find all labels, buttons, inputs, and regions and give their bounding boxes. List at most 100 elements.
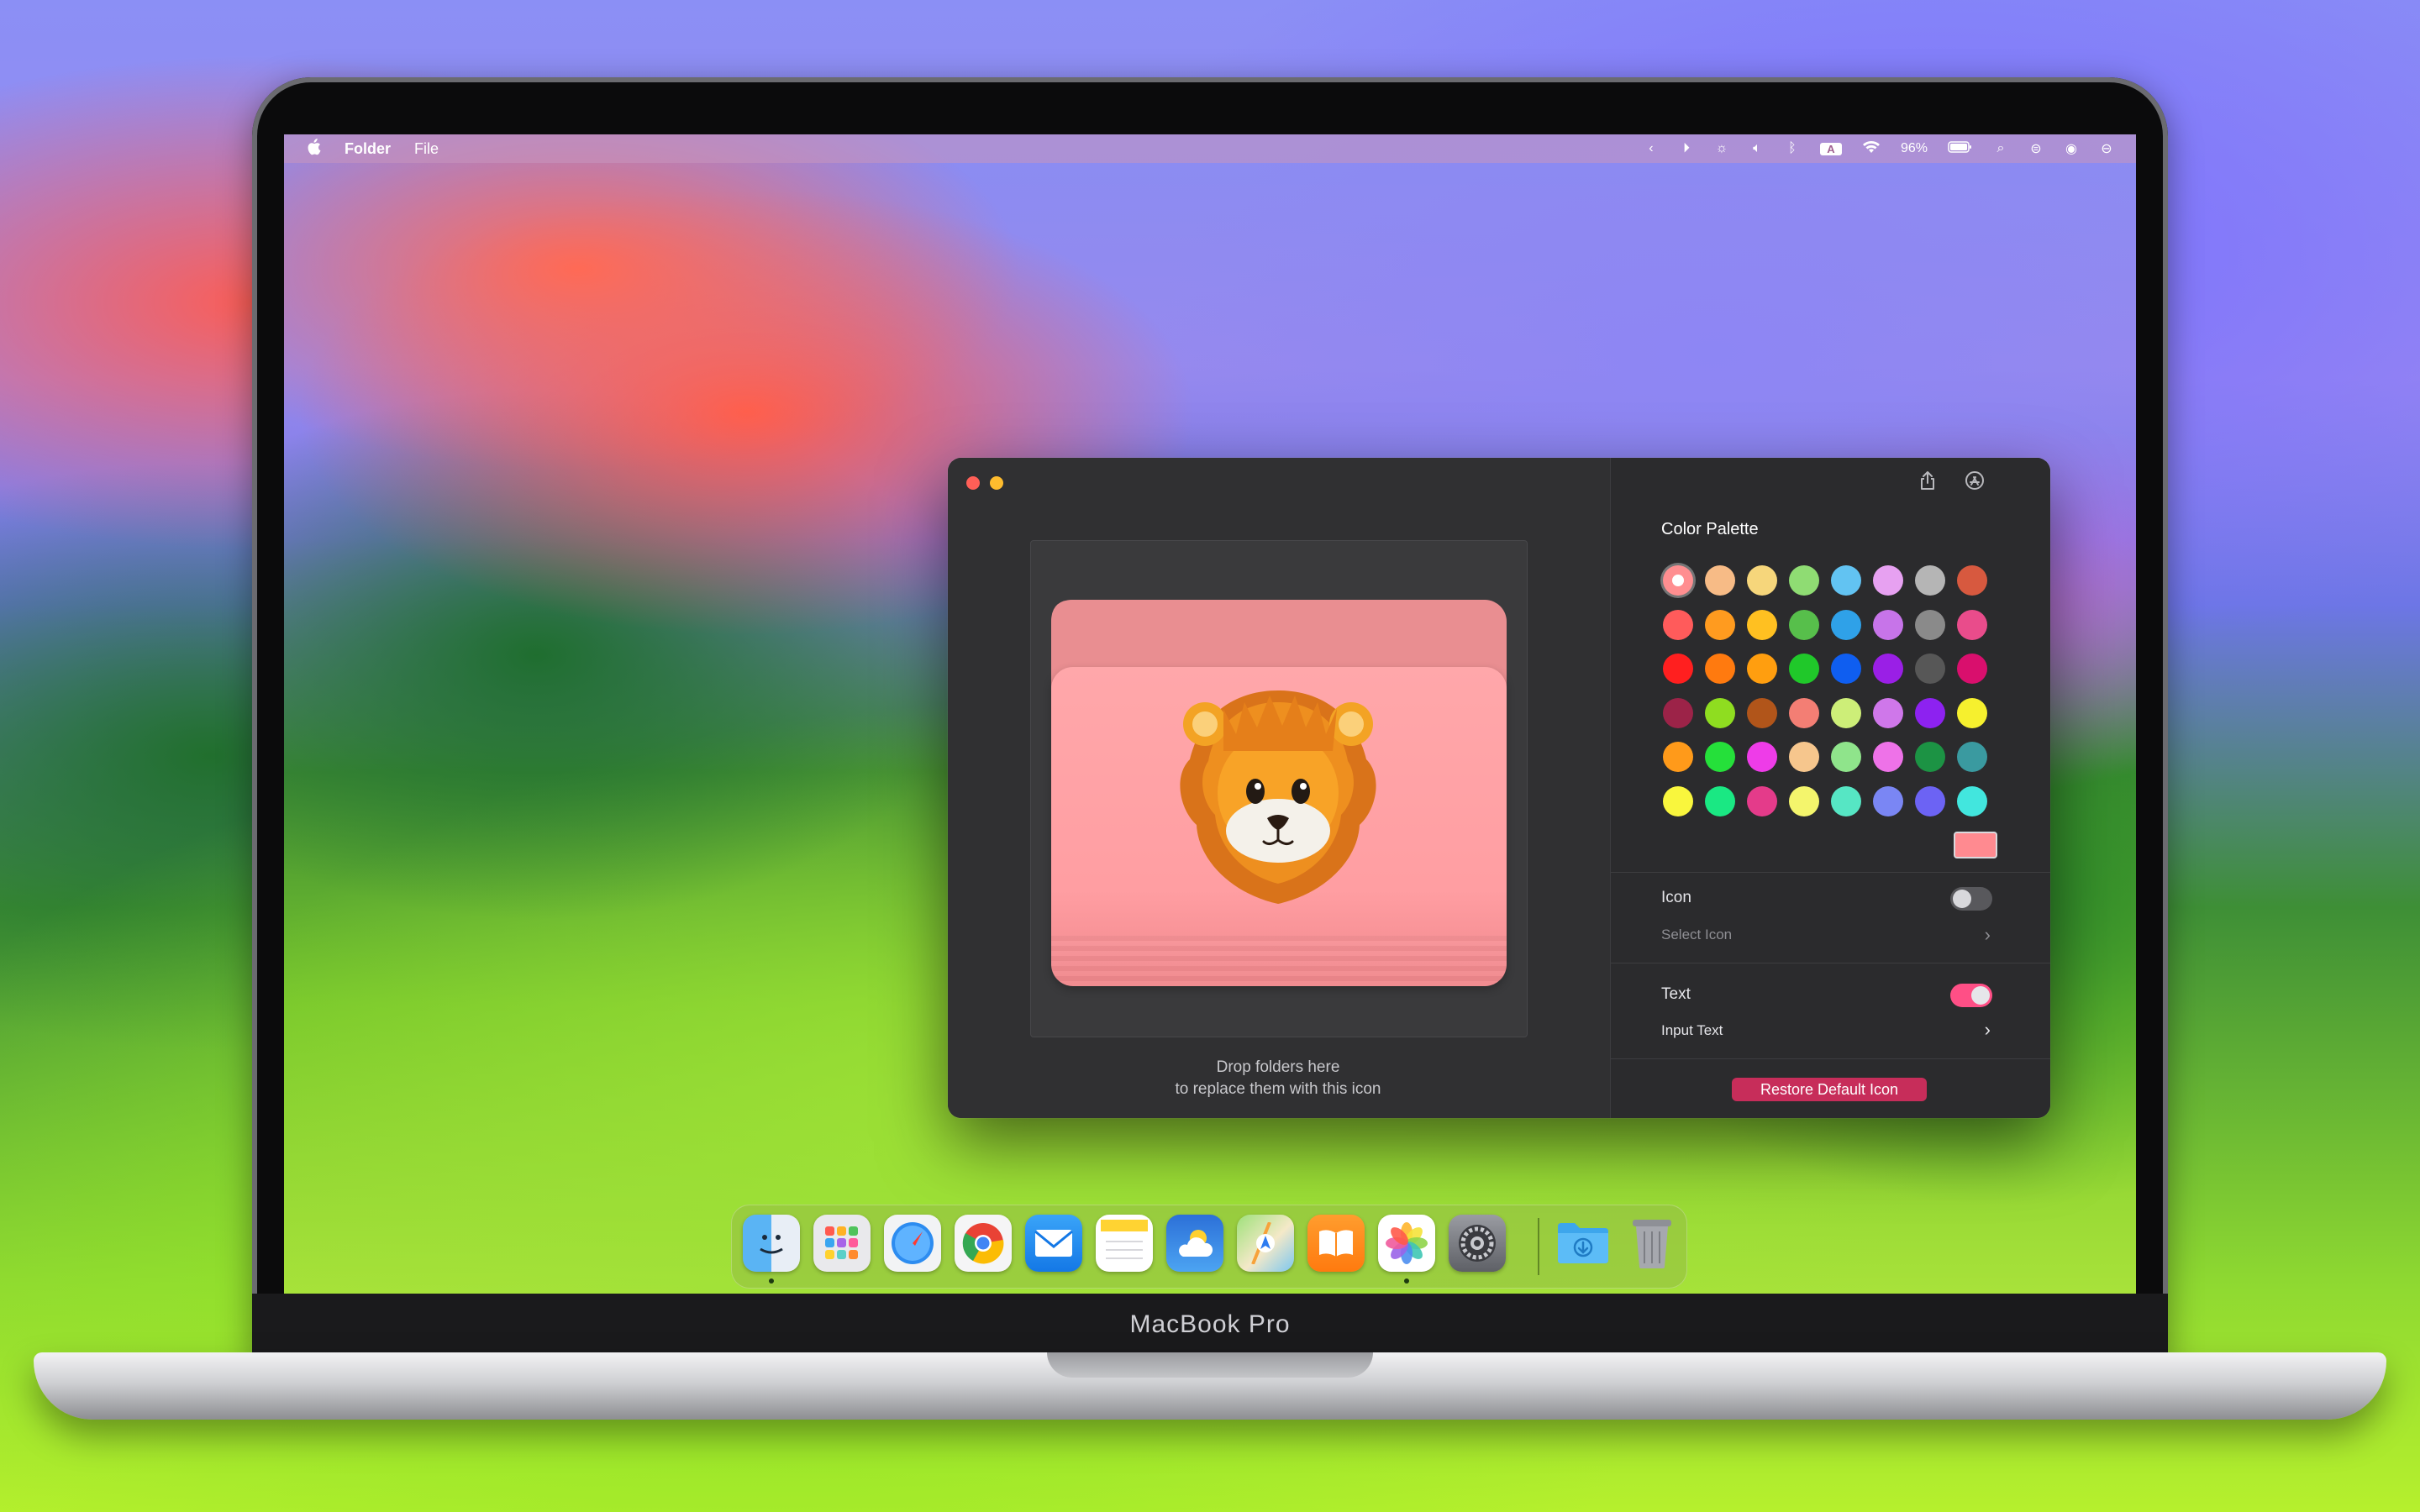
color-swatch[interactable]	[1747, 697, 1777, 728]
dock-maps-icon[interactable]	[1237, 1215, 1294, 1272]
color-swatch[interactable]	[1747, 785, 1777, 816]
color-swatch[interactable]	[1663, 565, 1693, 596]
color-swatch[interactable]	[1789, 785, 1819, 816]
input-source-icon[interactable]: A	[1819, 142, 1842, 155]
input-text-chevron-icon[interactable]: ›	[1985, 1019, 1991, 1041]
color-palette-title: Color Palette	[1661, 520, 1759, 538]
color-swatch[interactable]	[1831, 609, 1861, 640]
drop-hint-line2: to replace them with this icon	[1175, 1080, 1381, 1098]
apple-menu-icon[interactable]	[306, 138, 321, 160]
folder-drop-zone[interactable]	[1030, 540, 1528, 1037]
color-swatch[interactable]	[1957, 654, 1987, 684]
color-swatch[interactable]	[1915, 697, 1945, 728]
volume-icon[interactable]: 🔈︎	[1749, 141, 1765, 156]
spotlight-search-icon[interactable]: ⌕	[1993, 141, 2008, 156]
color-swatch[interactable]	[1705, 609, 1735, 640]
dock-notes-icon[interactable]	[1096, 1215, 1153, 1272]
icon-label: Icon	[1661, 889, 1691, 906]
dock-weather-icon[interactable]	[1166, 1215, 1223, 1272]
close-button[interactable]	[966, 476, 980, 490]
color-swatch[interactable]	[1663, 785, 1693, 816]
dock-chrome-icon[interactable]	[955, 1215, 1012, 1272]
color-swatch[interactable]	[1663, 609, 1693, 640]
color-swatch[interactable]	[1873, 742, 1903, 772]
play-circle-icon[interactable]: ⏵	[1679, 141, 1694, 156]
minimize-button[interactable]	[990, 476, 1003, 490]
color-swatch[interactable]	[1747, 654, 1777, 684]
color-swatch[interactable]	[1747, 742, 1777, 772]
color-swatch[interactable]	[1957, 742, 1987, 772]
dock-photos-icon[interactable]	[1378, 1215, 1435, 1272]
device-label: MacBook Pro	[1129, 1310, 1291, 1338]
color-swatch[interactable]	[1663, 654, 1693, 684]
color-swatch[interactable]	[1873, 565, 1903, 596]
color-swatch[interactable]	[1705, 742, 1735, 772]
color-swatch[interactable]	[1747, 609, 1777, 640]
app-menu-folder[interactable]: Folder	[345, 140, 391, 158]
color-swatch[interactable]	[1957, 609, 1987, 640]
brightness-icon[interactable]: ☼	[1714, 141, 1729, 156]
color-swatch[interactable]	[1915, 565, 1945, 596]
color-swatch[interactable]	[1831, 742, 1861, 772]
color-swatch[interactable]	[1663, 742, 1693, 772]
menu-file[interactable]: File	[414, 140, 439, 158]
color-swatch[interactable]	[1873, 697, 1903, 728]
color-swatch[interactable]	[1747, 565, 1777, 596]
color-swatch[interactable]	[1705, 697, 1735, 728]
dock-safari-icon[interactable]	[884, 1215, 941, 1272]
color-swatch[interactable]	[1831, 785, 1861, 816]
share-icon[interactable]	[1917, 470, 1939, 491]
notification-center-icon[interactable]: ⊖	[2099, 140, 2114, 157]
dock-trash-icon[interactable]	[1623, 1215, 1681, 1272]
color-swatch[interactable]	[1789, 609, 1819, 640]
color-swatch[interactable]	[1915, 654, 1945, 684]
input-text-row[interactable]: Input Text	[1661, 1022, 1723, 1039]
menu-bar: Folder File ‹ ⏵ ☼ 🔈︎ ᛒ A 96% ⌕ ⊜ ◉ ⊖	[284, 134, 2136, 163]
chevron-left-icon[interactable]: ‹	[1644, 141, 1659, 156]
divider-1	[1611, 872, 2050, 873]
color-swatch[interactable]	[1873, 785, 1903, 816]
preview-pane: Drop folders here to replace them with t…	[948, 458, 1610, 1118]
dock-books-icon[interactable]	[1307, 1215, 1365, 1272]
dock-finder-icon[interactable]	[743, 1215, 800, 1272]
text-toggle[interactable]	[1950, 984, 1992, 1007]
color-swatch[interactable]	[1789, 697, 1819, 728]
select-icon-chevron-icon[interactable]: ›	[1985, 924, 1991, 946]
drop-hint-text: Drop folders here to replace them with t…	[1030, 1057, 1526, 1100]
dock-downloads-folder-icon[interactable]	[1555, 1215, 1612, 1272]
color-swatch[interactable]	[1663, 697, 1693, 728]
dock-separator	[1538, 1218, 1539, 1275]
color-swatch[interactable]	[1957, 697, 1987, 728]
color-swatch[interactable]	[1789, 654, 1819, 684]
siri-icon[interactable]: ◉	[2064, 140, 2079, 157]
battery-icon[interactable]	[1948, 140, 1973, 157]
color-swatch[interactable]	[1705, 654, 1735, 684]
color-swatch[interactable]	[1915, 609, 1945, 640]
custom-color-well[interactable]	[1954, 832, 1997, 858]
color-swatch[interactable]	[1957, 565, 1987, 596]
color-swatch[interactable]	[1831, 654, 1861, 684]
color-swatch[interactable]	[1957, 785, 1987, 816]
color-swatch[interactable]	[1873, 609, 1903, 640]
color-swatch[interactable]	[1831, 565, 1861, 596]
dock-system-settings-icon[interactable]	[1449, 1215, 1506, 1272]
app-store-icon[interactable]	[1964, 470, 1986, 491]
window-controls	[966, 476, 1003, 490]
dock-mail-icon[interactable]	[1025, 1215, 1082, 1272]
color-swatch[interactable]	[1789, 565, 1819, 596]
color-swatch[interactable]	[1789, 742, 1819, 772]
color-swatch[interactable]	[1873, 654, 1903, 684]
select-icon-row[interactable]: Select Icon	[1661, 927, 1732, 943]
color-swatch[interactable]	[1705, 785, 1735, 816]
control-center-icon[interactable]: ⊜	[2028, 140, 2044, 157]
color-swatch[interactable]	[1831, 697, 1861, 728]
color-swatch[interactable]	[1705, 565, 1735, 596]
dock-launchpad-icon[interactable]	[813, 1215, 871, 1272]
wifi-icon[interactable]	[1862, 140, 1881, 158]
restore-default-icon-button[interactable]: Restore Default Icon	[1732, 1078, 1927, 1101]
color-swatch[interactable]	[1915, 742, 1945, 772]
folder-icon-preview	[1051, 600, 1507, 986]
icon-toggle[interactable]	[1950, 887, 1992, 911]
color-swatch[interactable]	[1915, 785, 1945, 816]
bluetooth-icon[interactable]: ᛒ	[1785, 141, 1800, 156]
